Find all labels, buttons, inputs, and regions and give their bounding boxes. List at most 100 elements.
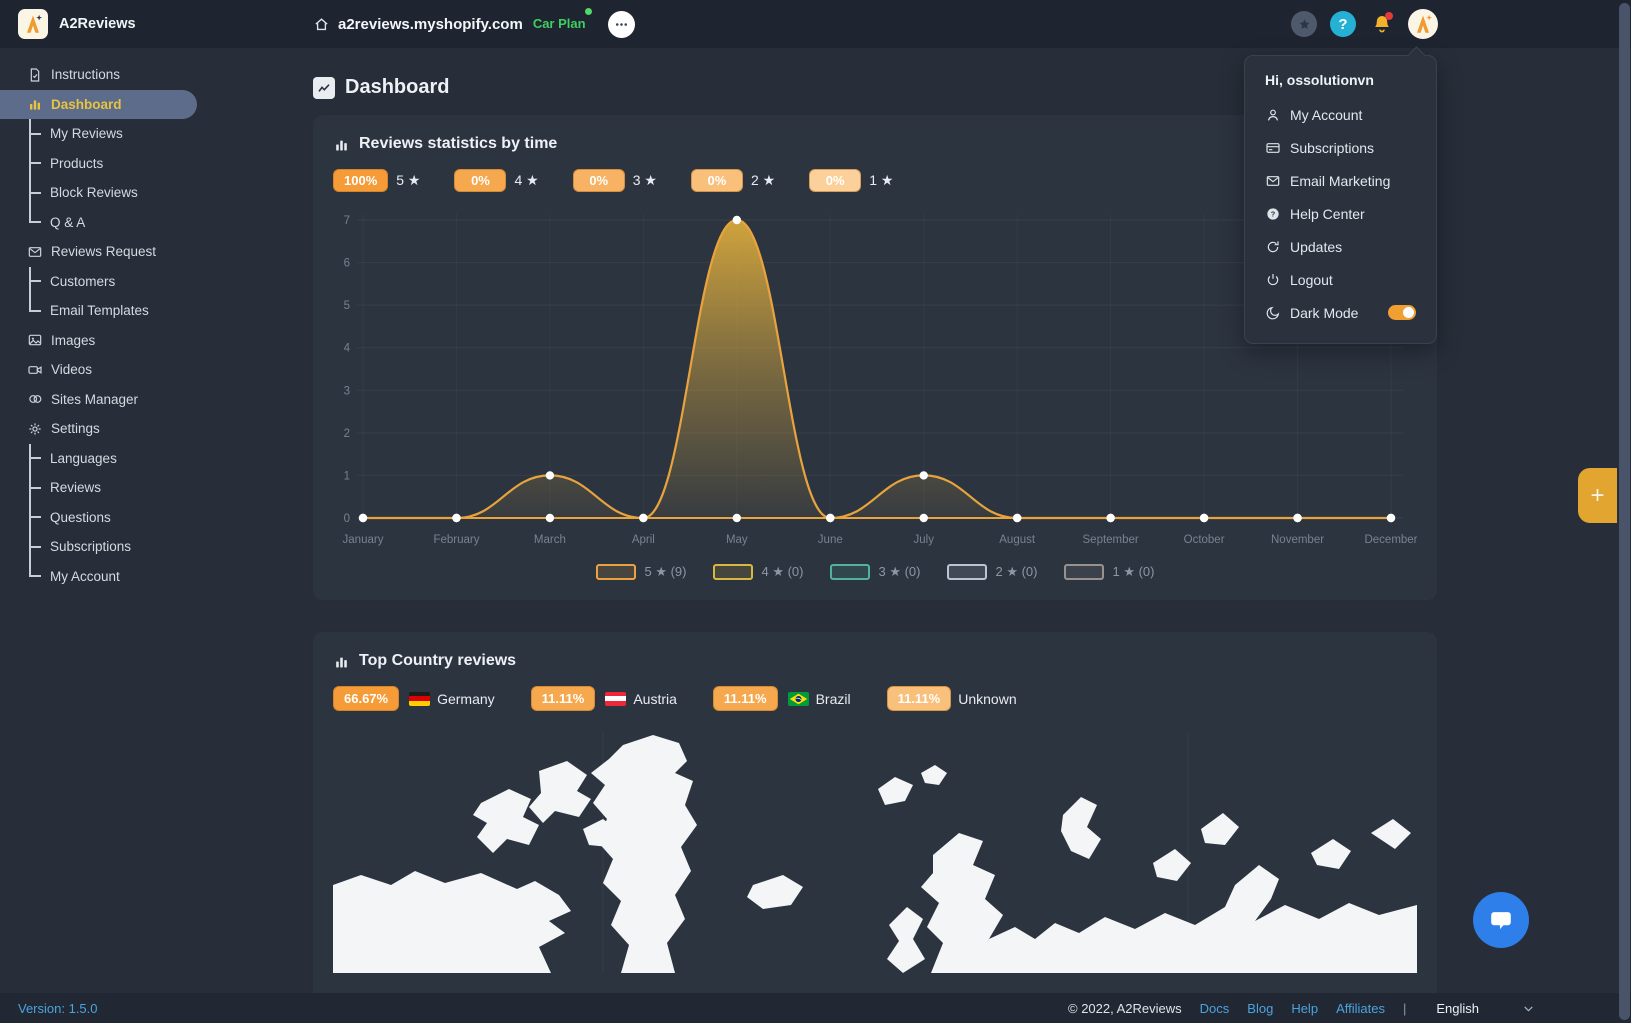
sidebar-item-label: Videos [51, 362, 92, 377]
svg-text:March: March [534, 534, 566, 546]
bar-chart-icon [27, 96, 43, 112]
user-avatar[interactable] [1408, 9, 1438, 39]
add-widget-tab[interactable]: + [1578, 468, 1617, 523]
sidebar-item-reviews-request[interactable]: Reviews Request [0, 237, 197, 267]
refresh-icon [1265, 239, 1281, 255]
sidebar-item-label: Subscriptions [50, 539, 131, 554]
envelope-icon [1265, 173, 1281, 189]
language-selector[interactable]: English [1436, 1001, 1536, 1016]
sidebar-item-sites-manager[interactable]: Sites Manager [0, 385, 197, 415]
shop-area: a2reviews.myshopify.com Car Plan [197, 11, 635, 38]
favorite-button[interactable] [1291, 11, 1317, 37]
scrollbar-thumb[interactable] [1619, 3, 1630, 1020]
sidebar-item-label: Sites Manager [51, 392, 138, 407]
sidebar-item-label: My Reviews [50, 126, 123, 141]
country-percent-badge: 11.11% [713, 686, 778, 711]
rating-badge-label: 1 ★ [869, 172, 893, 189]
country-name: Germany [437, 691, 495, 707]
sidebar-item-label: Q & A [50, 215, 85, 230]
rating-badge-label: 5 ★ [396, 172, 420, 189]
legend-item[interactable]: 4 ★ (0) [713, 564, 804, 580]
menu-item-label: Email Marketing [1290, 173, 1390, 189]
world-map[interactable] [333, 733, 1417, 973]
sidebar-item-label: Languages [50, 451, 117, 466]
sidebar-item-block-reviews[interactable]: Block Reviews [0, 178, 197, 208]
rating-badge-label: 4 ★ [514, 172, 538, 189]
home-icon [313, 16, 330, 33]
rating-badge-label: 3 ★ [633, 172, 657, 189]
menu-item-dark-mode[interactable]: Dark Mode [1265, 296, 1416, 329]
power-icon [1265, 272, 1281, 288]
sidebar-item-images[interactable]: Images [0, 326, 197, 356]
footer-link-docs[interactable]: Docs [1200, 1001, 1230, 1016]
germany-flag-icon [409, 692, 430, 706]
menu-item-my-account[interactable]: My Account [1265, 98, 1416, 131]
legend-item[interactable]: 2 ★ (0) [947, 564, 1038, 580]
legend-item[interactable]: 1 ★ (0) [1064, 564, 1155, 580]
sidebar-item-reviews[interactable]: Reviews [0, 473, 197, 503]
sidebar-item-subscriptions[interactable]: Subscriptions [0, 532, 197, 562]
plan-status-dot [585, 8, 592, 15]
chevron-down-icon [1521, 1001, 1536, 1016]
menu-item-label: Updates [1290, 239, 1342, 255]
chat-button[interactable] [1473, 892, 1529, 948]
legend-label: 4 ★ (0) [762, 564, 804, 580]
notification-badge [1385, 12, 1393, 20]
copyright-text: © 2022, A2Reviews [1068, 1001, 1182, 1016]
sidebar-item-label: Images [51, 333, 95, 348]
footer-link-affiliates[interactable]: Affiliates [1336, 1001, 1385, 1016]
menu-item-email-marketing[interactable]: Email Marketing [1265, 164, 1416, 197]
sidebar-item-my-reviews[interactable]: My Reviews [0, 119, 197, 149]
footer: Version: 1.5.0 © 2022, A2Reviews Docs Blo… [0, 993, 1631, 1023]
svg-text:August: August [999, 534, 1036, 546]
sidebar-item-dashboard[interactable]: Dashboard [0, 90, 197, 120]
dark-mode-toggle[interactable] [1388, 305, 1416, 320]
brand: A2Reviews [0, 9, 197, 39]
menu-item-logout[interactable]: Logout [1265, 263, 1416, 296]
help-button[interactable]: ? [1330, 11, 1356, 37]
sidebar-item-q-a[interactable]: Q & A [0, 208, 197, 238]
bar-chart-icon [333, 653, 350, 670]
sidebar-item-products[interactable]: Products [0, 149, 197, 179]
sidebar-item-instructions[interactable]: Instructions [0, 60, 197, 90]
menu-item-help-center[interactable]: ?Help Center [1265, 197, 1416, 230]
sidebar-item-customers[interactable]: Customers [0, 267, 197, 297]
question-mark-icon: ? [1338, 16, 1347, 33]
more-button[interactable] [608, 11, 635, 38]
star-icon [1297, 17, 1312, 32]
sidebar-item-label: Reviews Request [51, 244, 156, 259]
rating-percent-badge: 0% [691, 169, 743, 192]
legend-item[interactable]: 5 ★ (9) [596, 564, 687, 580]
footer-link-help[interactable]: Help [1291, 1001, 1318, 1016]
a2reviews-logo-icon [18, 9, 48, 39]
footer-link-blog[interactable]: Blog [1247, 1001, 1273, 1016]
menu-item-subscriptions[interactable]: Subscriptions [1265, 131, 1416, 164]
legend-label: 5 ★ (9) [645, 564, 687, 580]
sidebar-item-languages[interactable]: Languages [0, 444, 197, 474]
legend-swatch [1064, 564, 1104, 580]
rating-badge-label: 2 ★ [751, 172, 775, 189]
country-card-title: Top Country reviews [359, 652, 516, 670]
plan-badge[interactable]: Car Plan [533, 15, 586, 33]
notifications-button[interactable] [1369, 11, 1395, 37]
sidebar-item-email-templates[interactable]: Email Templates [0, 296, 197, 326]
menu-item-updates[interactable]: Updates [1265, 230, 1416, 263]
help-icon: ? [1265, 206, 1281, 222]
svg-text:3: 3 [344, 385, 350, 397]
credit-card-icon [1265, 140, 1281, 156]
sidebar-item-my-account[interactable]: My Account [0, 562, 197, 592]
menu-item-label: Dark Mode [1290, 305, 1358, 321]
sidebar-item-videos[interactable]: Videos [0, 355, 197, 385]
sidebar: InstructionsDashboard My Reviews Products B… [0, 48, 197, 993]
sidebar-item-label: Products [50, 156, 103, 171]
page-scrollbar[interactable] [1617, 0, 1631, 1023]
version-link[interactable]: Version: 1.5.0 [18, 1001, 98, 1016]
image-icon [27, 332, 43, 348]
sidebar-item-questions[interactable]: Questions [0, 503, 197, 533]
moon-icon [1265, 305, 1281, 321]
svg-text:July: July [914, 534, 935, 546]
legend-item[interactable]: 3 ★ (0) [830, 564, 921, 580]
sidebar-item-label: My Account [50, 569, 120, 584]
sidebar-item-settings[interactable]: Settings [0, 414, 197, 444]
svg-text:6: 6 [344, 258, 350, 270]
